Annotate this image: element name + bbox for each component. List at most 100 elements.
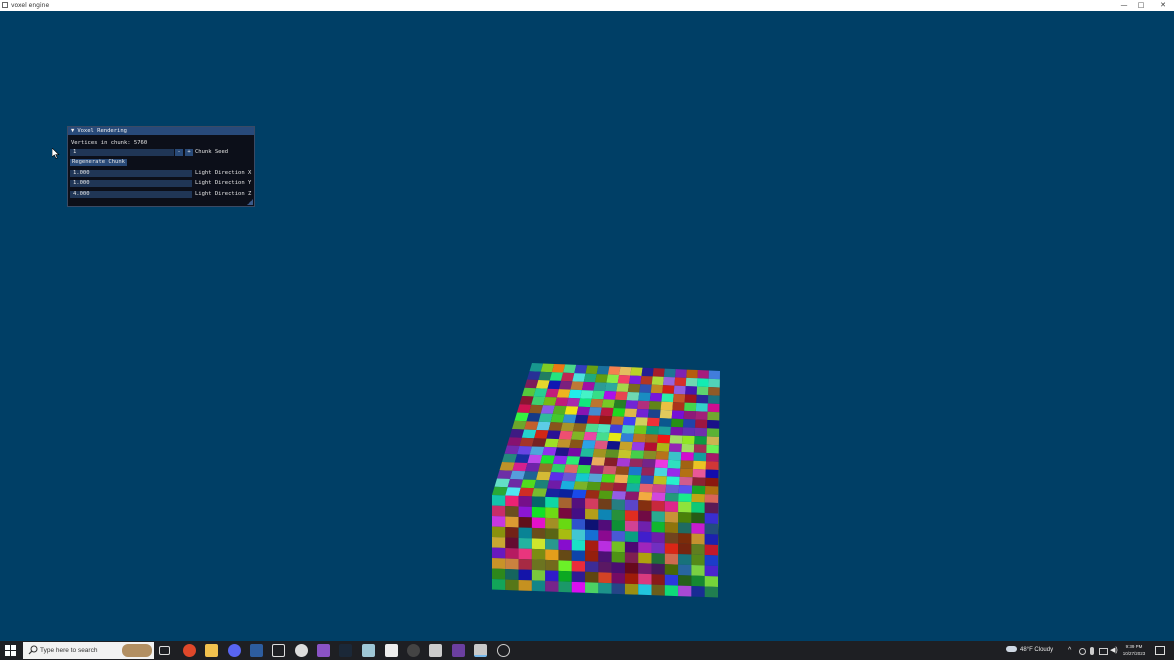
app-icon[interactable] <box>250 644 263 657</box>
settings-icon[interactable] <box>497 644 510 657</box>
voxel-face <box>497 470 513 479</box>
seed-increment-button[interactable]: + <box>185 149 193 156</box>
voxel-face <box>505 568 519 580</box>
voxel-face <box>678 533 692 545</box>
voxel-face <box>691 575 705 587</box>
voxel-face <box>691 586 705 598</box>
voxel-face <box>695 403 708 412</box>
voxel-face <box>531 569 546 581</box>
voxel-face <box>651 532 665 544</box>
voxel-face <box>558 497 572 509</box>
maximize-button[interactable]: □ <box>1130 0 1152 11</box>
tray-expand-icon[interactable]: ^ <box>1068 641 1071 660</box>
voxel-face <box>585 519 599 531</box>
voxel-face <box>519 437 535 447</box>
voxel-face <box>691 485 706 495</box>
collapse-arrow-icon[interactable]: ▼ <box>71 127 74 135</box>
unity-icon[interactable] <box>272 644 285 657</box>
discord-icon[interactable] <box>228 644 241 657</box>
app-icon[interactable] <box>429 644 442 657</box>
voxel-face <box>652 484 667 493</box>
visual-studio-icon[interactable] <box>317 644 330 657</box>
voxel-face <box>597 424 611 433</box>
voxel-face <box>691 554 705 566</box>
voxel-face <box>683 419 696 428</box>
voxel-face <box>630 367 643 376</box>
network-icon[interactable] <box>1099 648 1108 655</box>
voxel-face <box>510 470 526 480</box>
taskbar-search-box[interactable]: Type here to search <box>23 642 154 659</box>
voxel-face <box>614 391 628 401</box>
light-direction-z-slider[interactable]: 4.000 <box>70 191 192 198</box>
file-explorer-icon[interactable] <box>205 644 218 657</box>
regenerate-chunk-button[interactable]: Regenerate Chunk <box>70 159 127 166</box>
voxel-face <box>507 437 522 446</box>
voxel-face <box>707 420 720 429</box>
github-icon[interactable] <box>295 644 308 657</box>
voxel-face <box>708 378 720 388</box>
voxel-face <box>598 498 612 510</box>
voxel-face <box>620 433 634 442</box>
voxel-face <box>647 409 661 419</box>
voxel-face <box>645 425 659 435</box>
volume-icon[interactable]: ◀) <box>1110 641 1118 660</box>
voxel-face <box>540 363 555 373</box>
voxel-face <box>525 462 541 472</box>
voxel-face <box>666 476 680 486</box>
voxel-face <box>592 448 607 458</box>
voxel-face <box>705 469 719 479</box>
voxel-face <box>585 490 600 499</box>
voxel-face <box>524 421 539 430</box>
voxel-face <box>607 366 621 376</box>
voxel-face <box>615 466 630 475</box>
voxel-face <box>512 420 527 430</box>
voxel-face <box>570 381 584 391</box>
resize-grip-icon[interactable] <box>247 199 253 205</box>
voxel-face <box>507 478 524 488</box>
obs-icon[interactable] <box>407 644 420 657</box>
voxel-face <box>693 460 707 470</box>
voxel-face <box>596 365 610 375</box>
windows-start-icon[interactable] <box>4 644 17 657</box>
seed-decrement-button[interactable]: - <box>175 149 183 156</box>
voxel-face <box>612 482 628 492</box>
weather-widget[interactable]: 48°F Cloudy <box>1006 641 1053 660</box>
system-clock[interactable]: 9:39 PM 10/27/2023 <box>1118 643 1150 657</box>
light-direction-x-slider[interactable]: 1.000 <box>70 170 192 177</box>
task-view-icon[interactable] <box>159 646 170 655</box>
steam-icon[interactable] <box>339 644 352 657</box>
voxel-face <box>638 542 652 554</box>
voxel-face <box>696 386 709 396</box>
ide-icon[interactable] <box>452 644 465 657</box>
voxel-face <box>583 373 597 383</box>
notepad-icon[interactable] <box>362 644 375 657</box>
voxel-face <box>545 538 559 550</box>
microphone-icon[interactable] <box>1090 647 1094 655</box>
panel-header[interactable]: ▼ Voxel Rendering <box>68 127 254 135</box>
voxel-face <box>505 526 519 538</box>
epic-games-icon[interactable] <box>385 644 398 657</box>
terminal-icon[interactable] <box>474 644 487 657</box>
voxel-face <box>520 479 537 489</box>
voxel-face <box>654 459 669 469</box>
close-button[interactable]: ✕ <box>1152 0 1174 11</box>
voxel-face <box>624 583 639 595</box>
voxel-face <box>678 564 692 576</box>
voxel-face <box>581 440 596 449</box>
notification-icon[interactable] <box>1155 646 1165 655</box>
firefox-icon[interactable] <box>183 644 196 657</box>
voxel-face <box>492 537 506 548</box>
light-direction-y-slider[interactable]: 1.000 <box>70 180 192 187</box>
voxel-face <box>628 466 643 476</box>
voxel-face <box>612 408 626 417</box>
voxel-face <box>638 563 652 575</box>
tray-app-icon[interactable] <box>1079 648 1086 655</box>
voxel-face <box>505 487 521 496</box>
voxel-face <box>669 435 683 444</box>
chunk-seed-input[interactable]: 1 <box>70 149 174 156</box>
voxel-face <box>644 434 659 443</box>
voxel-face <box>583 431 598 441</box>
voxel-rendering-panel[interactable]: ▼ Voxel Rendering Vertices in chunk: 5760… <box>67 126 255 207</box>
voxel-face <box>673 385 686 395</box>
voxel-face <box>509 429 525 438</box>
